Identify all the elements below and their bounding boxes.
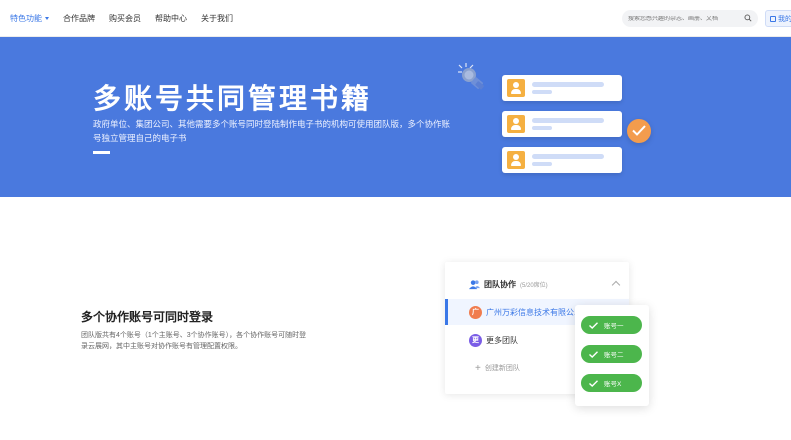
user-icon [507, 79, 525, 97]
nav-item-label: 关于我们 [201, 14, 233, 23]
placeholder-line [532, 154, 604, 159]
nav-item-label: 合作品牌 [63, 14, 95, 23]
check-icon [627, 119, 651, 143]
banner-title: 多账号共同管理书籍 [93, 83, 373, 114]
banner-description: 政府单位、集团公司、其他需要多个账号同时登陆制作电子书的机构可使用团队版，多个协… [93, 119, 451, 143]
placeholder-line [532, 82, 604, 87]
nav-item-about[interactable]: 关于我们 [201, 13, 233, 24]
top-navbar: 特色功能 合作品牌 购买会员 帮助中心 关于我们 我的 [0, 0, 791, 37]
nav-item-membership[interactable]: 购买会员 [109, 13, 141, 24]
team-avatar: 广 [469, 305, 482, 319]
placeholder-line [532, 162, 552, 166]
account-label: 账号二 [604, 352, 624, 359]
user-icon [507, 115, 525, 133]
banner-divider [93, 151, 110, 154]
my-account-button[interactable]: 我的 [765, 10, 791, 27]
account-item[interactable]: 账号二 [581, 345, 642, 363]
check-icon [589, 321, 598, 329]
hero-banner: 多账号共同管理书籍 政府单位、集团公司、其他需要多个账号同时登陆制作电子书的机构… [0, 37, 791, 197]
account-list-panel: 账号一 账号二 账号X [575, 305, 649, 406]
nav-item-help[interactable]: 帮助中心 [155, 13, 187, 24]
nav-item-label: 购买会员 [109, 14, 141, 23]
account-label: 账号一 [604, 323, 624, 330]
section-title: 多个协作账号可同时登录 [81, 310, 214, 324]
nav-item-features[interactable]: 特色功能 [10, 13, 49, 24]
placeholder-line [532, 90, 552, 94]
member-card [502, 147, 622, 173]
more-teams-label: 更多团队 [486, 335, 518, 345]
placeholder-line [532, 118, 604, 123]
plus-icon: + [475, 362, 481, 374]
placeholder-line [532, 126, 552, 130]
check-icon [589, 379, 598, 387]
team-avatar: 更 [469, 333, 482, 347]
user-icon [507, 151, 525, 169]
account-item[interactable]: 账号一 [581, 316, 642, 334]
main-nav: 特色功能 合作品牌 购买会员 帮助中心 关于我们 [10, 0, 247, 37]
search-icon[interactable] [744, 14, 752, 22]
account-item[interactable]: 账号X [581, 374, 642, 392]
chevron-up-icon[interactable] [611, 280, 621, 290]
member-card [502, 75, 622, 101]
check-icon [589, 350, 598, 358]
member-card [502, 111, 622, 137]
my-account-label: 我的 [778, 15, 791, 23]
seat-count: (5/20席位) [520, 283, 548, 289]
nav-item-label: 帮助中心 [155, 14, 187, 23]
search-input[interactable] [628, 15, 740, 22]
team-name: 广州万彩信息技术有限公... [486, 307, 581, 317]
nav-item-label: 特色功能 [10, 14, 42, 23]
team-icon [469, 280, 480, 290]
account-label: 账号X [604, 381, 622, 388]
search-box [622, 10, 758, 27]
chevron-down-icon [45, 17, 49, 20]
create-team-label: 创建新团队 [484, 365, 520, 372]
nav-item-partners[interactable]: 合作品牌 [63, 13, 95, 24]
book-icon [770, 15, 776, 22]
team-heading: 团队协作 [484, 280, 516, 289]
lightbulb-icon [458, 63, 484, 90]
team-panel-header: 团队协作 (5/20席位) [469, 279, 548, 290]
section-description: 团队版共有4个账号（1个主账号、3个协作账号），各个协作账号可随时登录云展网，其… [81, 332, 307, 350]
